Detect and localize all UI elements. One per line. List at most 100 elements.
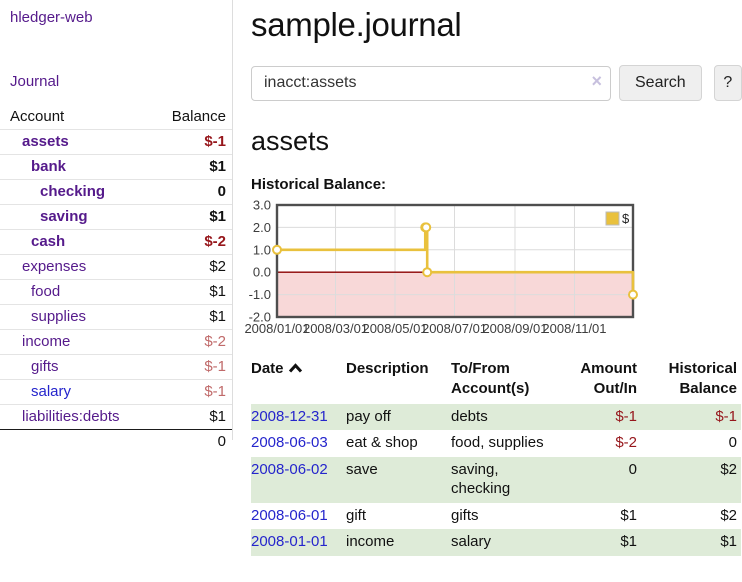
- svg-text:1.0: 1.0: [253, 242, 271, 257]
- cell-description: save: [346, 457, 451, 503]
- sidebar-account-gifts: gifts$-1: [0, 354, 232, 379]
- cell-description: eat & shop: [346, 430, 451, 457]
- register-table: Date Description To/From Account(s) Amou…: [251, 357, 741, 556]
- register-header-row: Date Description To/From Account(s) Amou…: [251, 357, 741, 404]
- transaction-date-link[interactable]: 2008-06-03: [251, 434, 328, 451]
- account-link[interactable]: saving: [40, 207, 88, 227]
- account-link[interactable]: cash: [31, 232, 65, 252]
- register-row: 2008-06-02savesaving, checking0$2: [251, 457, 741, 503]
- historical-balance-chart: 3.02.01.00.0-1.0-2.02008/01/012008/03/01…: [240, 196, 742, 344]
- transaction-date-link[interactable]: 2008-12-31: [251, 408, 328, 425]
- transaction-date-link[interactable]: 2008-06-01: [251, 507, 328, 524]
- cell-date: 2008-12-31: [251, 404, 346, 431]
- sidebar-account-income: income $-2: [0, 329, 232, 354]
- account-balance: 0: [218, 182, 226, 202]
- account-link[interactable]: food: [31, 282, 60, 302]
- account-heading: assets: [251, 126, 742, 157]
- sidebar-account-cash: cash $-2: [0, 229, 232, 254]
- svg-text:2008/09/01: 2008/09/01: [482, 321, 547, 336]
- account-balance: $1: [209, 157, 226, 177]
- accounts-panel: Account Balance assets$-1bank$1checking0…: [0, 105, 232, 454]
- account-balance: $-2: [204, 332, 226, 352]
- search-input-wrap: ×: [251, 66, 611, 101]
- accounts-list: assets$-1bank$1checking0saving$1cash$-2e…: [0, 129, 232, 429]
- svg-text:2008/07/01: 2008/07/01: [422, 321, 487, 336]
- cell-balance: $1: [641, 529, 741, 556]
- account-link[interactable]: gifts: [31, 357, 59, 377]
- sidebar-account-expenses: expenses $2: [0, 254, 232, 279]
- sidebar-item-journal[interactable]: Journal: [10, 73, 70, 90]
- cell-amount: $1: [559, 503, 641, 530]
- svg-text:-1.0: -1.0: [249, 287, 271, 302]
- clear-search-icon[interactable]: ×: [591, 71, 602, 92]
- svg-text:2008/03/01: 2008/03/01: [303, 321, 368, 336]
- svg-text:$: $: [622, 211, 630, 226]
- sidebar: hledger-web Journal Account Balance asse…: [0, 0, 233, 440]
- account-link[interactable]: assets: [22, 132, 69, 152]
- sidebar-account-assets: assets $-1: [0, 129, 232, 154]
- cell-description: gift: [346, 503, 451, 530]
- account-balance: $1: [209, 307, 226, 327]
- search-button[interactable]: Search: [619, 65, 702, 101]
- account-link[interactable]: income: [22, 332, 70, 352]
- column-header-description: Description: [346, 357, 451, 404]
- sidebar-account-bank: bank $1: [0, 154, 232, 179]
- sidebar-account-food: food$1: [0, 279, 232, 304]
- account-balance: $-1: [204, 132, 226, 152]
- sidebar-account-liabilities-debts: liabilities:debts $1: [0, 404, 232, 429]
- help-button[interactable]: ?: [714, 65, 742, 101]
- sidebar-account-salary: salary $-1: [0, 379, 232, 404]
- main-content: sample.journal × Search ? assets Histori…: [240, 0, 742, 556]
- sidebar-account-supplies: supplies $1: [0, 304, 232, 329]
- cell-date: 2008-06-03: [251, 430, 346, 457]
- account-link[interactable]: checking: [40, 182, 105, 202]
- sidebar-account-saving: saving $1: [0, 204, 232, 229]
- accounts-total: 0: [0, 429, 232, 454]
- account-link[interactable]: liabilities:debts: [22, 407, 120, 427]
- account-link[interactable]: supplies: [31, 307, 86, 327]
- account-balance: $1: [209, 407, 226, 427]
- register-row: 2008-01-01incomesalary$1$1: [251, 529, 741, 556]
- cell-accounts: salary: [451, 529, 559, 556]
- cell-date: 2008-06-01: [251, 503, 346, 530]
- transaction-date-link[interactable]: 2008-01-01: [251, 533, 328, 550]
- sort-asc-icon: [288, 363, 303, 373]
- column-header-amount: Amount Out/In: [559, 357, 641, 404]
- column-header-date[interactable]: Date: [251, 357, 346, 404]
- cell-balance: $2: [641, 457, 741, 503]
- cell-balance: $-1: [641, 404, 741, 431]
- search-input[interactable]: [251, 66, 611, 101]
- cell-balance: 0: [641, 430, 741, 457]
- cell-date: 2008-06-02: [251, 457, 346, 503]
- svg-text:2.0: 2.0: [253, 220, 271, 235]
- register-row: 2008-06-01giftgifts$1$2: [251, 503, 741, 530]
- cell-amount: $-2: [559, 430, 641, 457]
- chart-canvas: 3.02.01.00.0-1.0-2.02008/01/012008/03/01…: [240, 196, 740, 344]
- column-header-balance: Historical Balance: [641, 357, 741, 404]
- cell-amount: $1: [559, 529, 641, 556]
- cell-amount: $-1: [559, 404, 641, 431]
- cell-date: 2008-01-01: [251, 529, 346, 556]
- cell-description: pay off: [346, 404, 451, 431]
- account-balance: $1: [209, 207, 226, 227]
- account-balance: $2: [209, 257, 226, 277]
- svg-text:2008/01/01: 2008/01/01: [244, 321, 309, 336]
- search-form: × Search ?: [251, 65, 742, 101]
- account-link[interactable]: salary: [31, 382, 71, 402]
- sidebar-account-checking: checking 0: [0, 179, 232, 204]
- cell-description: income: [346, 529, 451, 556]
- account-link[interactable]: expenses: [22, 257, 86, 277]
- account-link[interactable]: bank: [31, 157, 66, 177]
- account-balance: $-2: [204, 232, 226, 252]
- svg-text:2008/11/01: 2008/11/01: [542, 321, 606, 336]
- svg-text:0.0: 0.0: [253, 265, 271, 280]
- app-brand-link[interactable]: hledger-web: [10, 9, 93, 26]
- register-row: 2008-12-31pay offdebts$-1$-1: [251, 404, 741, 431]
- chart-title: Historical Balance:: [251, 176, 742, 193]
- page-title: sample.journal: [251, 6, 742, 44]
- transaction-date-link[interactable]: 2008-06-02: [251, 461, 328, 478]
- cell-balance: $2: [641, 503, 741, 530]
- cell-accounts: saving, checking: [451, 457, 559, 503]
- svg-text:3.0: 3.0: [253, 198, 271, 213]
- account-balance: $-1: [204, 382, 226, 402]
